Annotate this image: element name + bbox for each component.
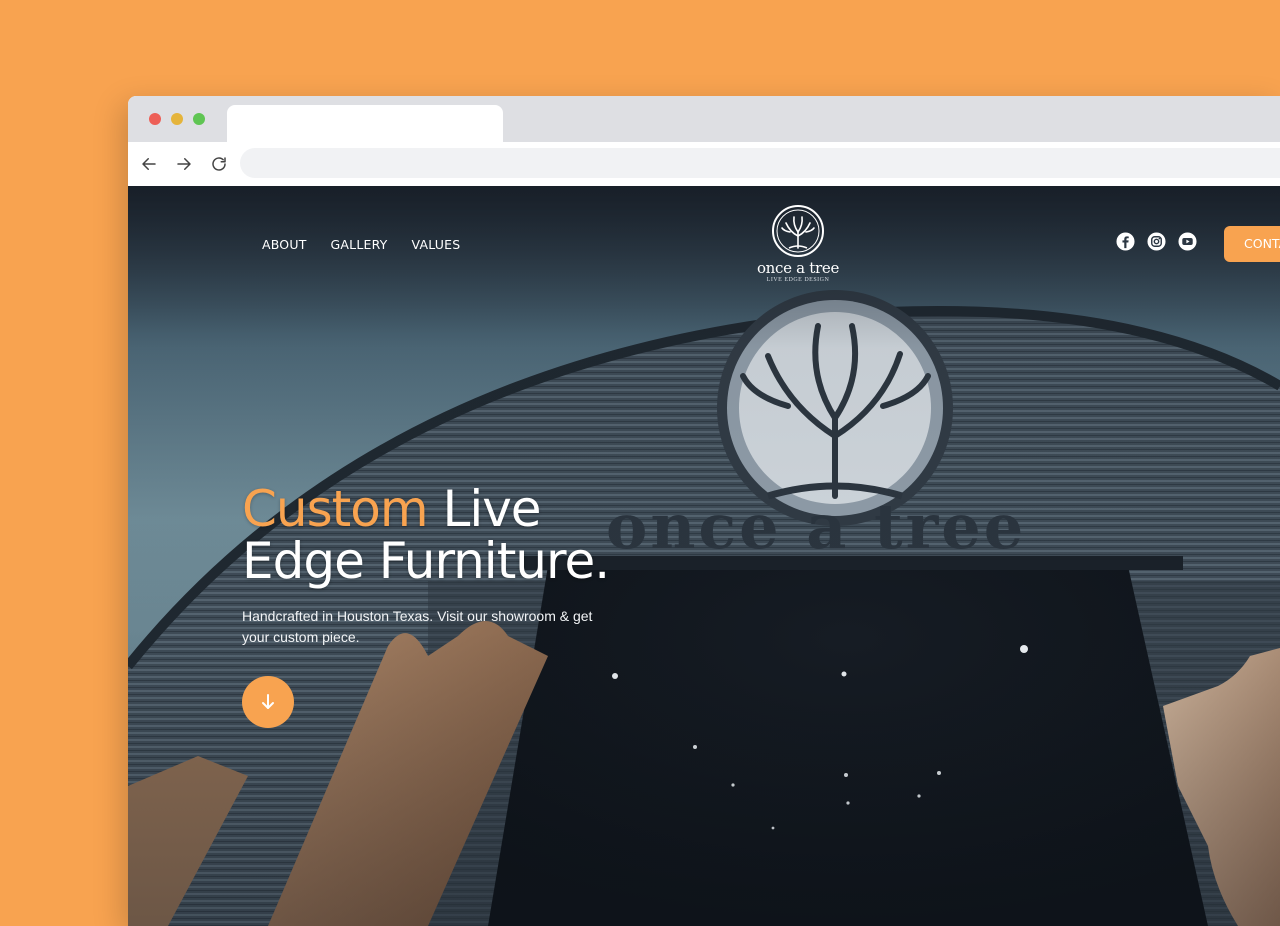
logo-tagline: LIVE EDGE DESIGN bbox=[766, 277, 830, 283]
facebook-icon bbox=[1116, 232, 1135, 251]
hero-headline: Custom Live Edge Furniture. bbox=[242, 480, 610, 590]
scroll-down-button[interactable] bbox=[242, 676, 294, 728]
arrow-down-icon bbox=[262, 694, 274, 709]
minimize-window-button[interactable] bbox=[171, 113, 183, 125]
browser-toolbar bbox=[128, 142, 1280, 187]
hero-subtext: Handcrafted in Houston Texas. Visit our … bbox=[242, 608, 593, 645]
tree-logo-icon bbox=[772, 205, 824, 257]
headline-line2: Edge Furniture. bbox=[242, 532, 610, 590]
address-bar[interactable] bbox=[240, 148, 1280, 178]
close-window-button[interactable] bbox=[149, 113, 161, 125]
main-nav: ABOUT GALLERY VALUES bbox=[262, 237, 460, 252]
browser-window: once a tree ABOUT GALLERY VALUES bbox=[128, 96, 1280, 926]
headline-line1-rest: Live bbox=[427, 480, 541, 538]
nav-about[interactable]: ABOUT bbox=[262, 237, 307, 252]
reload-button[interactable] bbox=[207, 152, 231, 176]
arrow-right-icon bbox=[177, 158, 191, 170]
social-links bbox=[1116, 232, 1197, 251]
maximize-window-button[interactable] bbox=[193, 113, 205, 125]
forward-button[interactable] bbox=[172, 152, 196, 176]
instagram-link[interactable] bbox=[1147, 232, 1166, 251]
arrow-left-icon bbox=[142, 158, 156, 170]
site-logo[interactable]: once a tree LIVE EDGE DESIGN bbox=[746, 204, 850, 290]
nav-values[interactable]: VALUES bbox=[412, 237, 461, 252]
contact-button[interactable]: CONTACT bbox=[1224, 226, 1280, 262]
instagram-icon bbox=[1147, 232, 1166, 251]
facebook-link[interactable] bbox=[1116, 232, 1135, 251]
back-button[interactable] bbox=[137, 152, 161, 176]
youtube-link[interactable] bbox=[1178, 232, 1197, 251]
browser-tab[interactable] bbox=[227, 105, 503, 142]
browser-tab-bar bbox=[128, 96, 1280, 142]
reload-icon bbox=[212, 157, 226, 171]
nav-gallery[interactable]: GALLERY bbox=[331, 237, 388, 252]
youtube-icon bbox=[1178, 232, 1197, 251]
website-hero: once a tree ABOUT GALLERY VALUES bbox=[128, 186, 1280, 926]
logo-wordmark: once a tree bbox=[756, 259, 840, 277]
headline-accent: Custom bbox=[242, 480, 429, 538]
